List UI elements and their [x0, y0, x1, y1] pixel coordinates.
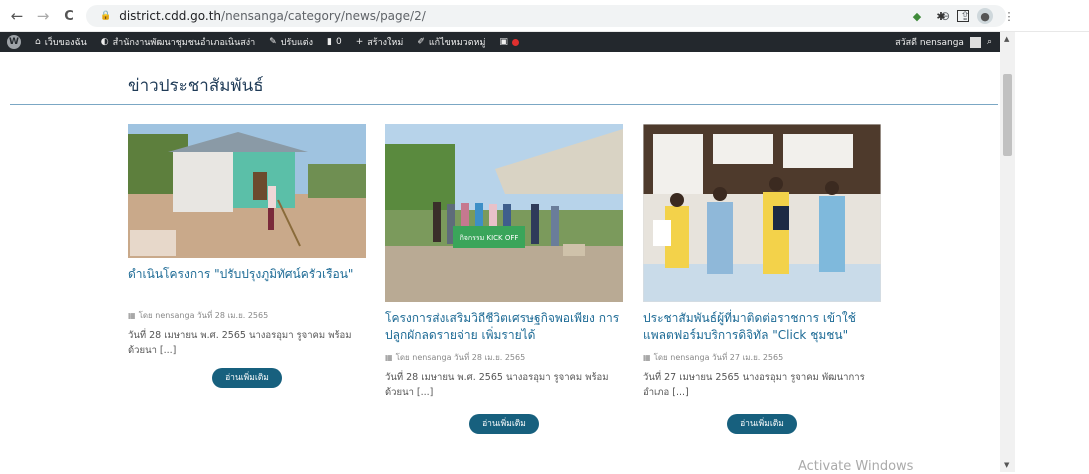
forward-button[interactable]: →	[32, 5, 54, 27]
page-scrollbar[interactable]: ▲ ▼	[1000, 32, 1015, 472]
pencil-icon: ✐	[417, 37, 425, 47]
post-card: ดำเนินโครงการ "ปรับปรุงภูมิทัศน์ครัวเรือ…	[128, 124, 366, 388]
plugin-icon: ▣	[499, 37, 508, 47]
post-thumbnail[interactable]	[643, 124, 881, 302]
site-name-menu[interactable]: ◐ สำนักงานพัฒนาชุมชนอำเภอเนินสง่า	[94, 35, 262, 49]
post-thumbnail[interactable]: กิจกรรม KICK OFF	[385, 124, 623, 302]
side-panel-icon[interactable]	[957, 10, 969, 22]
post-meta-text: โดย nensanga วันที่ 28 เม.ย. 2565	[395, 353, 526, 362]
wp-logo-menu[interactable]: W	[0, 35, 28, 49]
url-domain: district.cdd.go.th	[119, 9, 222, 23]
calendar-icon: ▦	[385, 353, 393, 362]
section-title: ข่าวประชาสัมพันธ์	[128, 76, 264, 96]
back-button[interactable]: ←	[6, 5, 28, 27]
address-bar[interactable]: 🔒 district.cdd.go.th/nensanga/category/n…	[86, 5, 1006, 27]
scroll-up-icon[interactable]: ▲	[1004, 35, 1009, 43]
extensions-puzzle-icon[interactable]: ✱	[933, 8, 949, 24]
site-name-label: สำนักงานพัฒนาชุมชนอำเภอเนินสง่า	[112, 38, 256, 48]
customize-link[interactable]: ✎ ปรับแต่ง	[262, 35, 320, 49]
edit-category-link[interactable]: ✐ แก้ไขหมวดหมู่	[410, 35, 492, 49]
post-title[interactable]: โครงการส่งเสริมวิถีชีวิตเศรษฐกิจพอเพียง …	[385, 310, 623, 344]
comments-count: 0	[335, 37, 342, 47]
wp-admin-bar: W ⌂ เว็บของฉัน ◐ สำนักงานพัฒนาชุมชนอำเภอเน…	[0, 32, 1000, 52]
post-meta-text: โดย nensanga วันที่ 28 เม.ย. 2565	[138, 311, 269, 320]
edit-category-label: แก้ไขหมวดหมู่	[428, 38, 486, 48]
post-thumbnail[interactable]	[128, 124, 366, 258]
my-site-menu[interactable]: ⌂ เว็บของฉัน	[28, 35, 94, 49]
read-more-button[interactable]: อ่านเพิ่มเติม	[469, 414, 539, 434]
page-content: ข่าวประชาสัมพันธ์ ดำเนินโครงการ "ปรับปรุ…	[0, 52, 1000, 472]
calendar-icon: ▦	[643, 353, 651, 362]
post-excerpt: วันที่ 27 เมษายน 2565 นางอรอุมา รูจาคม พ…	[643, 372, 865, 398]
browser-toolbar: ← → C 🔒 district.cdd.go.th/nensanga/cate…	[0, 0, 1089, 32]
post-meta: ▦ โดย nensanga วันที่ 28 เม.ย. 2565	[385, 351, 623, 364]
extension-gem-icon[interactable]: ◆	[909, 8, 925, 24]
search-icon[interactable]: ⌕	[987, 37, 992, 47]
new-label: สร้างใหม่	[367, 38, 404, 48]
home-icon: ⌂	[35, 37, 41, 47]
lock-icon: 🔒	[100, 11, 112, 21]
scroll-down-icon[interactable]: ▼	[1004, 461, 1009, 469]
post-meta: ▦ โดย nensanga วันที่ 28 เม.ย. 2565	[128, 309, 366, 322]
post-meta-text: โดย nensanga วันที่ 27 เม.ย. 2565	[653, 353, 784, 362]
section-divider	[10, 104, 998, 105]
new-content-menu[interactable]: + สร้างใหม่	[349, 35, 411, 49]
brush-icon: ✎	[269, 37, 277, 47]
url-path: /nensanga/category/news/page/2/	[221, 9, 426, 23]
post-meta: ▦ โดย nensanga วันที่ 27 เม.ย. 2565	[643, 351, 881, 364]
profile-avatar-icon[interactable]: ●	[977, 8, 993, 24]
banner-text: กิจกรรม KICK OFF	[460, 234, 519, 242]
user-avatar[interactable]	[969, 36, 981, 48]
comments-link[interactable]: ▮ 0	[320, 37, 349, 47]
plugin-status[interactable]: ▣	[492, 37, 526, 47]
status-dot-icon	[511, 38, 519, 46]
scrollbar-thumb[interactable]	[1003, 74, 1012, 156]
read-more-button[interactable]: อ่านเพิ่มเติม	[212, 368, 282, 388]
plus-icon: +	[355, 37, 364, 47]
post-title[interactable]: ดำเนินโครงการ "ปรับปรุงภูมิทัศน์ครัวเรือ…	[128, 266, 366, 283]
post-title[interactable]: ประชาสัมพันธ์ผู้ที่มาติดต่อราชการ เข้าใช…	[643, 310, 881, 344]
account-menu[interactable]: สวัสดี nensanga	[895, 35, 964, 49]
my-site-label: เว็บของฉัน	[44, 38, 87, 48]
calendar-icon: ▦	[128, 311, 136, 320]
dashboard-icon: ◐	[100, 37, 109, 47]
post-card: ประชาสัมพันธ์ผู้ที่มาติดต่อราชการ เข้าใช…	[643, 124, 881, 434]
post-excerpt: วันที่ 28 เมษายน พ.ศ. 2565 นางอรอุมา รูจ…	[128, 330, 352, 356]
wordpress-icon: W	[7, 35, 21, 49]
post-card: กิจกรรม KICK OFF โครงการส่งเสริมวิถีชีวิ…	[385, 124, 623, 434]
post-excerpt: วันที่ 28 เมษายน พ.ศ. 2565 นางอรอุมา รูจ…	[385, 372, 609, 398]
reload-button[interactable]: C	[58, 5, 80, 27]
comment-icon: ▮	[327, 37, 332, 47]
read-more-button[interactable]: อ่านเพิ่มเติม	[727, 414, 797, 434]
menu-kebab-icon[interactable]: ⋮	[1001, 8, 1017, 24]
customize-label: ปรับแต่ง	[280, 38, 314, 48]
